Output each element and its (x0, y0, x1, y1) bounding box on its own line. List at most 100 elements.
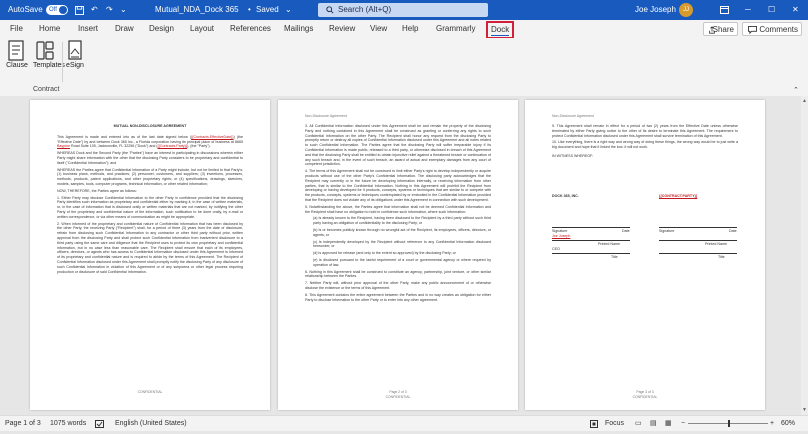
title-line-right (659, 253, 737, 254)
templates-button[interactable]: Templates (33, 40, 65, 69)
page-1: MUTUAL NON-DISCLOSURE AGREEMENT This Agr… (30, 100, 270, 410)
collapse-ribbon-icon[interactable]: ⌃ (793, 86, 799, 94)
clause-5e: (e) Is disclosed pursuant to the lawful … (313, 257, 491, 267)
minimize-icon[interactable]: ─ (745, 0, 751, 20)
date-label-right: Date (729, 229, 737, 233)
name-line-left (552, 240, 630, 241)
print-layout-icon[interactable]: ▤ (650, 416, 657, 431)
templates-label: Templates (33, 62, 65, 69)
tab-home[interactable]: Home (39, 20, 60, 38)
undo-icon[interactable]: ↶ (91, 0, 98, 20)
tab-insert[interactable]: Insert (78, 20, 98, 38)
signer-name[interactable]: Joe Joseph (552, 234, 570, 238)
maximize-icon[interactable]: ☐ (768, 0, 775, 20)
page-2-header: Non-Disclosure Agreement (305, 114, 347, 118)
autosave-state: Off (49, 7, 57, 13)
title-label-left: Title (611, 255, 618, 259)
now-therefore: NOW, THEREFORE, the Parties agree as fol… (57, 188, 137, 193)
effective-date-field[interactable]: {{Contracts.EffectiveDate}} (191, 135, 234, 139)
page-1-footer: CONFIDENTIAL (137, 390, 163, 394)
clause-10: 10. Like everything, there is a right wa… (552, 140, 738, 150)
clause-5d: (d) Is approved for release (and only to… (313, 251, 456, 256)
clause-5c: (c) Is independently developed by the Re… (313, 239, 491, 249)
agreement-title: MUTUAL NON-DISCLOSURE AGREEMENT (113, 124, 187, 128)
tab-review[interactable]: Review (329, 20, 355, 38)
focus-label[interactable]: Focus (605, 416, 624, 431)
autosave-toggle[interactable]: Off (46, 5, 68, 15)
proofing-icon[interactable] (95, 416, 104, 431)
read-mode-icon[interactable]: ▭ (635, 416, 642, 431)
avatar[interactable]: JJ (679, 3, 693, 17)
clause-button[interactable]: Clause (5, 40, 29, 69)
page-2: Non-Disclosure Agreement 3. All Confiden… (278, 100, 518, 410)
scroll-down-icon[interactable]: ▼ (802, 407, 807, 413)
status-bar: Page 1 of 3 1075 words English (United S… (0, 415, 808, 431)
redo-icon[interactable]: ↷ (106, 0, 113, 20)
vertical-scrollbar[interactable]: ▲ ▼ (801, 96, 808, 415)
tab-grammarly[interactable]: Grammarly (436, 20, 476, 38)
contract-group-label: Contract (33, 86, 60, 93)
clause-5a: (a) Is already known to the Recipient, h… (313, 216, 491, 226)
zoom-slider[interactable] (688, 420, 768, 427)
tab-file[interactable]: File (10, 20, 23, 38)
language[interactable]: English (United States) (115, 416, 187, 431)
dock-party-name: DOCK 365, INC. (552, 194, 579, 198)
date-label-left: Date (622, 229, 630, 233)
whereas-1: WHEREAS Dock and the Second Party (the "… (57, 151, 243, 165)
save-status-chevron-icon[interactable]: ⌄ (285, 0, 292, 20)
customize-toolbar-icon[interactable]: ⌄ (120, 0, 127, 20)
user-name[interactable]: Joe Joseph (635, 0, 676, 20)
page-2-confidential: CONFIDENTIAL (385, 394, 411, 399)
tab-layout[interactable]: Layout (190, 20, 214, 38)
tab-dock[interactable]: Dock (486, 21, 515, 39)
page-count[interactable]: Page 1 of 3 (5, 416, 41, 431)
title-bar: AutoSave Off ↶ ↷ ⌄ Mutual_NDA_Dock 365 •… (0, 0, 808, 20)
page-3-footer: Page 3 of 3 CONFIDENTIAL (525, 390, 765, 399)
document-title[interactable]: Mutual_NDA_Dock 365 (155, 0, 239, 20)
close-icon[interactable]: ✕ (792, 0, 799, 20)
focus-icon[interactable] (590, 416, 598, 431)
ribbon: Clause Templates eSign Contract ⌃ (0, 38, 808, 97)
tab-design[interactable]: Design (149, 20, 174, 38)
share-icon (709, 26, 715, 34)
tab-references[interactable]: References (230, 20, 271, 38)
word-count[interactable]: 1075 words (50, 416, 86, 431)
clause-5b: (b) Is or becomes publicly known through… (313, 227, 491, 237)
tab-help[interactable]: Help (402, 20, 418, 38)
clause-label: Clause (6, 62, 28, 69)
comments-label: Comments (759, 25, 798, 34)
esign-label: eSign (66, 62, 84, 69)
scroll-up-icon[interactable]: ▲ (802, 98, 807, 104)
clause-9: 9. This Agreement shall remain in effect… (552, 124, 738, 138)
clause-1: 1. Either Party may disclose Confidentia… (57, 195, 243, 219)
name-line-right (659, 240, 737, 241)
comments-button[interactable]: Comments (742, 22, 802, 36)
tab-draw[interactable]: Draw (115, 20, 134, 38)
signature-line-left (552, 227, 630, 228)
tab-mailings[interactable]: Mailings (284, 20, 313, 38)
page-3: Non-Disclosure Agreement 9. This Agreeme… (525, 100, 765, 410)
page-3-body: 9. This Agreement shall remain in effect… (552, 124, 738, 161)
share-button[interactable]: Share (703, 22, 738, 36)
web-layout-icon[interactable]: ▦ (665, 416, 672, 431)
search-box[interactable]: Search (Alt+Q) (318, 3, 488, 17)
zoom-slider-thumb[interactable] (728, 420, 730, 427)
ceo-title: CEO (552, 247, 560, 251)
clause-icon (8, 40, 24, 61)
zoom-out-icon[interactable]: − (681, 416, 685, 431)
printed-name-right: Printed Name (705, 242, 727, 246)
autosave-label: AutoSave (8, 5, 43, 14)
address-field[interactable]: Baypine (57, 144, 70, 148)
contract-party-field[interactable]: {{CONTRACT.PARTY}} (659, 194, 697, 198)
printed-name-left: Printed Name (598, 242, 620, 246)
save-icon[interactable] (75, 0, 84, 20)
party-field[interactable]: {{Contracts.Party}} (158, 144, 188, 148)
esign-button[interactable]: eSign (63, 40, 87, 69)
group-divider (62, 42, 63, 82)
ribbon-tabs: File Home Insert Draw Design Layout Refe… (0, 20, 808, 39)
zoom-in-icon[interactable]: + (770, 416, 774, 431)
search-placeholder: Search (Alt+Q) (338, 5, 392, 14)
zoom-level[interactable]: 60% (781, 416, 795, 431)
ribbon-display-icon[interactable] (720, 0, 729, 20)
tab-view[interactable]: View (370, 20, 387, 38)
